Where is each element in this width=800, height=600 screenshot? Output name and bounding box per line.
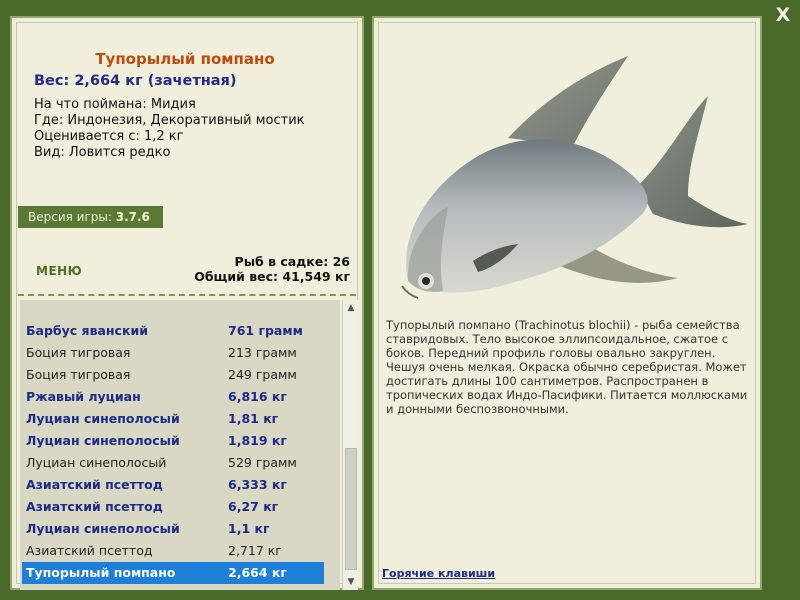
list-row[interactable]: Боция тигровая 249 грамм <box>22 364 324 386</box>
menu-button[interactable]: МЕНЮ <box>36 264 82 278</box>
fish-name: Луциан синеполосый <box>26 433 180 448</box>
type-info: Вид: Ловится редко <box>34 145 171 160</box>
version-value: 3.7.6 <box>115 210 150 224</box>
fish-weight-cell: 6,333 кг <box>228 477 287 492</box>
fish-name: Азиатский псеттод <box>26 477 163 492</box>
fish-weight-cell: 1,1 кг <box>228 521 270 536</box>
pompano-fish-image <box>401 56 748 299</box>
list-row[interactable]: Ржавый луциан 6,816 кг <box>22 386 324 408</box>
fish-weight-cell: 6,816 кг <box>228 389 287 404</box>
fish-name: Тупорылый помпано <box>26 565 176 580</box>
fish-name: Ржавый луциан <box>26 389 141 404</box>
bait-info: На что поймана: Мидия <box>34 97 196 112</box>
catch-stats: Рыб в садке: 26 Общий вес: 41,549 кг <box>194 254 350 284</box>
list-row[interactable]: Азиатский псеттод 6,333 кг <box>22 474 324 496</box>
fish-weight: Вес: 2,664 кг (зачетная) <box>34 73 237 89</box>
fish-count: Рыб в садке: 26 <box>234 254 350 269</box>
fish-picture-panel: Тупорылый помпано (Trachinotus blochii) … <box>372 16 762 590</box>
fish-name: Азиатский псеттод <box>26 543 153 558</box>
fish-name: Боция тигровая <box>26 367 131 382</box>
fish-description: Тупорылый помпано (Trachinotus blochii) … <box>386 318 748 416</box>
fish-weight-cell: 2,664 кг <box>228 565 287 580</box>
close-icon[interactable]: X <box>776 4 791 26</box>
hotkeys-link[interactable]: Горячие клавиши <box>382 567 495 580</box>
valued-info: Оценивается с: 1,2 кг <box>34 129 184 144</box>
version-bar: Версия игры: 3.7.6 <box>18 206 163 228</box>
list-row[interactable]: Азиатский псеттод 2,717 кг <box>22 540 324 562</box>
fish-name: Барбус яванский <box>26 323 148 338</box>
fish-weight-cell: 6,27 кг <box>228 499 279 514</box>
fish-weight-cell: 213 грамм <box>228 345 297 360</box>
location-info: Где: Индонезия, Декоративный мостик <box>34 113 305 128</box>
list-row[interactable]: Азиатский псеттод 6,27 кг <box>22 496 324 518</box>
fish-name: Боция тигровая <box>26 345 131 360</box>
close-button[interactable]: X <box>772 4 794 26</box>
fish-weight-cell: 1,81 кг <box>228 411 279 426</box>
fish-title: Тупорылый помпано <box>95 50 275 68</box>
fish-weight-cell: 249 грамм <box>228 367 297 382</box>
list-row[interactable]: Луциан синеполосый 1,819 кг <box>22 430 324 452</box>
version-label: Версия игры: <box>28 210 112 224</box>
list-row[interactable]: Луциан синеполосый 1,1 кг <box>22 518 324 540</box>
scroll-up-arrow-icon[interactable]: ▲ <box>343 300 359 316</box>
fish-weight-cell: 529 грамм <box>228 455 297 470</box>
total-weight: Общий вес: 41,549 кг <box>194 269 350 284</box>
fish-weight-cell: 1,819 кг <box>228 433 287 448</box>
fish-name: Луциан синеполосый <box>26 455 167 470</box>
list-row-selected[interactable]: Тупорылый помпано 2,664 кг <box>22 562 324 584</box>
fish-weight-cell: 2,717 кг <box>228 543 282 558</box>
dashed-divider <box>18 294 356 296</box>
fish-info-panel: Тупорылый помпано Вес: 2,664 кг (зачетна… <box>10 16 364 590</box>
list-row[interactable]: Барбус яванский 761 грамм <box>22 320 324 342</box>
list-row[interactable]: Луциан синеполосый 1,81 кг <box>22 408 324 430</box>
fish-name: Луциан синеполосый <box>26 521 180 536</box>
scroll-down-arrow-icon[interactable]: ▼ <box>343 574 359 590</box>
scroll-thumb[interactable] <box>345 448 357 570</box>
list-scrollbar[interactable]: ▲ ▼ <box>342 300 358 590</box>
fish-name: Луциан синеполосый <box>26 411 180 426</box>
fish-name: Азиатский псеттод <box>26 499 163 514</box>
list-row[interactable]: Луциан синеполосый 529 грамм <box>22 452 324 474</box>
fish-weight-cell: 761 грамм <box>228 323 303 338</box>
catch-list[interactable]: Барбус яванский 761 грамм Боция тигровая 21… <box>20 300 340 590</box>
list-row[interactable]: Боция тигровая 213 грамм <box>22 342 324 364</box>
